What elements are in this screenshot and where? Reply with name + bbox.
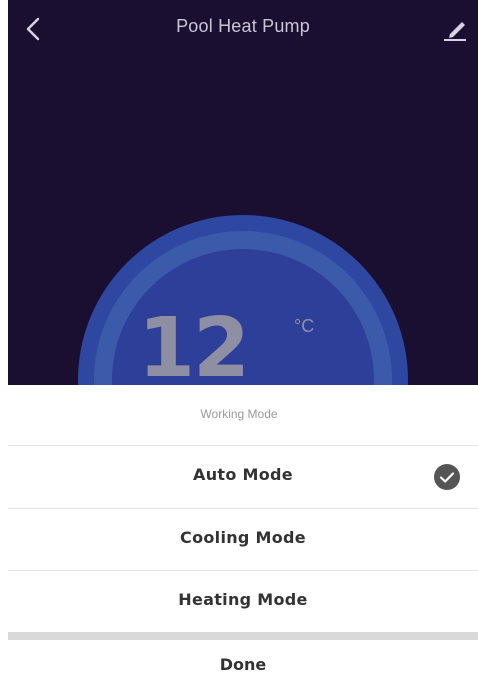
working-mode-sheet: Working Mode Auto Mode Cooling Mode Heat… [0,385,478,693]
pencil-icon [444,22,466,41]
mode-option-label: Auto Mode [193,465,293,484]
done-button[interactable]: Done [8,640,478,693]
edit-button[interactable] [440,12,472,44]
temperature-value: 12 [138,301,250,396]
mode-option-auto[interactable]: Auto Mode [8,446,478,508]
nav-bar: Pool Heat Pump [8,0,478,58]
check-circle-icon [434,464,460,490]
done-label: Done [219,655,267,674]
sheet-title: Working Mode [200,407,278,421]
section-divider [8,632,478,640]
mode-option-label: Heating Mode [178,590,308,609]
temperature-unit: °C [294,316,315,336]
page-title: Pool Heat Pump [176,16,310,36]
mode-option-cooling[interactable]: Cooling Mode [8,509,478,571]
mode-option-label: Cooling Mode [180,528,306,547]
mode-option-heating[interactable]: Heating Mode [8,571,478,633]
